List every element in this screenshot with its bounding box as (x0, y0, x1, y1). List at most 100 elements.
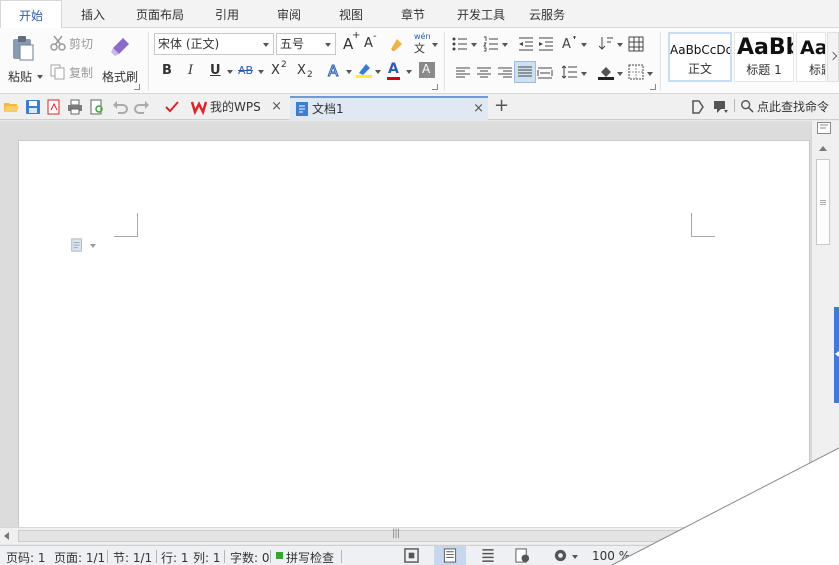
align-left-icon[interactable] (455, 65, 471, 81)
justify-button[interactable] (514, 61, 536, 83)
decrease-indent-icon[interactable] (518, 36, 534, 52)
print-icon[interactable] (67, 99, 83, 115)
comment-icon[interactable] (713, 99, 729, 115)
bullet-list-icon[interactable] (452, 36, 468, 52)
increase-indent-icon[interactable] (538, 36, 554, 52)
line-spacing-button[interactable] (562, 63, 590, 83)
tab-home[interactable]: 开始 (0, 0, 62, 29)
eye-icon (553, 548, 568, 563)
font-family-combo[interactable]: 宋体 (正文) (154, 33, 274, 55)
status-line[interactable]: 行: 1 (161, 549, 189, 565)
scroll-down-arrow-icon[interactable] (819, 459, 827, 464)
cut-button[interactable]: 剪切 (50, 34, 98, 52)
font-size-combo[interactable]: 五号 (276, 33, 336, 55)
new-tab-button[interactable]: + (494, 95, 509, 116)
borders-icon (628, 64, 644, 80)
style-normal[interactable]: AaBbCcDd 正文 (668, 32, 732, 82)
paragraph-options-button[interactable] (70, 238, 98, 254)
fullscreen-view-icon[interactable] (404, 548, 419, 563)
paste-label: 粘贴 (8, 70, 33, 84)
save-icon[interactable] (25, 99, 41, 115)
outline-view-icon[interactable] (481, 548, 495, 563)
phonetic-guide-button[interactable]: wén 文 (412, 32, 440, 56)
doc-tab-my-wps[interactable]: 我的WPS × (188, 96, 286, 120)
chevron-down-icon[interactable] (502, 43, 508, 47)
horizontal-scrollbar[interactable]: ||| (0, 527, 811, 544)
paragraph-launcher-icon[interactable] (650, 84, 656, 90)
italic-button[interactable]: I (188, 63, 193, 78)
table-grid-icon[interactable] (628, 36, 644, 52)
scroll-left-arrow-icon[interactable] (4, 532, 9, 540)
tab-cloud-services[interactable]: 云服务 (522, 0, 572, 28)
clipboard-launcher-icon[interactable] (134, 84, 140, 90)
chevron-down-icon[interactable] (471, 43, 477, 47)
tab-view[interactable]: 视图 (330, 0, 372, 28)
borders-button[interactable] (628, 63, 656, 83)
status-section[interactable]: 节: 1/1 (113, 549, 152, 565)
font-color-button[interactable]: A (386, 61, 414, 81)
export-pdf-icon[interactable] (46, 99, 62, 115)
tab-review[interactable]: 审阅 (268, 0, 310, 28)
status-word-count[interactable]: 字数: 0 (230, 549, 270, 565)
underline-button[interactable]: U (208, 62, 236, 80)
subscript-button[interactable]: X 2 (296, 61, 318, 81)
superscript-button[interactable]: X 2 (270, 60, 292, 81)
close-icon[interactable]: × (473, 98, 484, 120)
vertical-scrollbar[interactable] (811, 121, 839, 527)
text-effect-button[interactable]: A (326, 61, 354, 81)
tab-page-layout[interactable]: 页面布局 (128, 0, 192, 28)
eye-protection-button[interactable] (553, 546, 583, 565)
customize-toolbar-icon[interactable] (164, 99, 180, 115)
shading-button[interactable] (598, 63, 626, 83)
page-view-button[interactable] (434, 546, 466, 565)
highlight-button[interactable] (356, 61, 384, 81)
side-panel-toggle[interactable] (834, 307, 839, 403)
numbered-list-icon[interactable] (483, 36, 499, 52)
font-launcher-icon[interactable] (432, 84, 438, 90)
document-page[interactable] (18, 140, 810, 540)
close-icon[interactable]: × (271, 96, 282, 118)
tab-chapter[interactable]: 章节 (392, 0, 434, 28)
ruler-toggle-icon[interactable] (817, 122, 831, 134)
paste-dropdown-caret (37, 75, 43, 79)
style-heading-1[interactable]: AaBb 标题 1 (734, 32, 794, 82)
bold-button[interactable]: B (162, 63, 172, 78)
open-folder-icon[interactable] (3, 99, 19, 115)
svg-text:A: A (562, 37, 571, 51)
style-heading-2[interactable]: Aa 标题 (796, 32, 826, 82)
styles-scroll-button[interactable] (827, 32, 839, 82)
grow-font-button[interactable]: A + (341, 30, 360, 53)
redo-icon[interactable] (134, 99, 150, 115)
web-view-icon[interactable] (515, 548, 530, 563)
undo-icon[interactable] (112, 99, 128, 115)
zoom-level[interactable]: 100 % (592, 549, 630, 563)
paste-button[interactable]: 粘贴 (4, 32, 44, 86)
align-center-icon[interactable] (476, 65, 492, 81)
change-case-button[interactable]: A (562, 34, 590, 54)
scroll-up-arrow-icon[interactable] (819, 146, 827, 151)
format-painter-button[interactable]: 格式刷 (102, 32, 140, 86)
sort-button[interactable] (598, 34, 626, 54)
scroll-right-arrow-icon[interactable] (797, 532, 802, 540)
print-preview-icon[interactable] (89, 99, 105, 115)
vertical-scroll-thumb[interactable] (816, 159, 830, 245)
char-shading-button[interactable]: A (419, 62, 435, 78)
status-column[interactable]: 列: 1 (193, 549, 221, 565)
strikethrough-button[interactable]: AB (238, 62, 266, 80)
command-search[interactable]: 点此查找命令 (738, 97, 838, 117)
horizontal-scroll-thumb[interactable]: ||| (18, 528, 776, 542)
copy-button[interactable]: 复制 (50, 63, 98, 81)
clear-format-icon[interactable] (388, 36, 404, 52)
distributed-align-icon[interactable] (537, 65, 553, 81)
tab-developer[interactable]: 开发工具 (449, 0, 513, 28)
spell-check-toggle[interactable]: 拼写检查 (275, 546, 341, 565)
shrink-font-button[interactable]: A - (362, 31, 380, 52)
align-right-icon[interactable] (497, 65, 513, 81)
status-pages[interactable]: 页面: 1/1 (54, 549, 105, 565)
doc-tab-document1[interactable]: 文档1 × (290, 96, 488, 120)
share-icon[interactable] (690, 99, 706, 115)
cut-label: 剪切 (69, 37, 94, 51)
status-page-number[interactable]: 页码: 1 (6, 549, 46, 565)
tab-insert[interactable]: 插入 (68, 0, 118, 28)
tab-references[interactable]: 引用 (206, 0, 248, 28)
